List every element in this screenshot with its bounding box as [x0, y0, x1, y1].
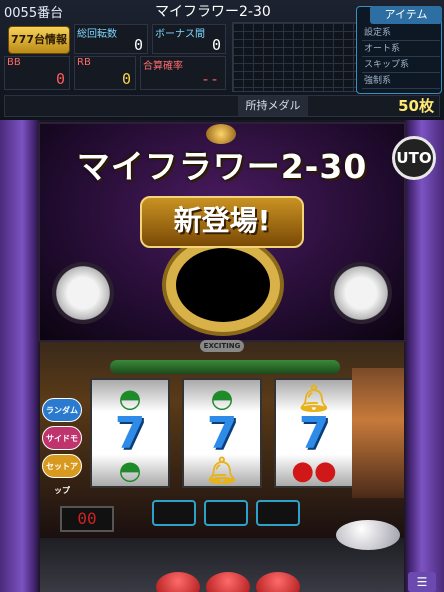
payout-display-1: [152, 500, 196, 526]
lever-knob[interactable]: [336, 520, 400, 550]
bb-box: BB 0: [4, 56, 70, 90]
rb-box: RB 0: [74, 56, 136, 90]
payout-display-3: [256, 500, 300, 526]
bell-icon: 🔔︎: [205, 456, 239, 486]
history-graph: [232, 22, 358, 92]
seven-icon: 7: [298, 408, 330, 459]
title-banner: マイフラワー2-30: [76, 147, 368, 186]
combined-rate-value: --: [200, 70, 219, 88]
total-spins-box: 総回転数 0: [74, 24, 148, 54]
exciting-lamp: EXCITING: [200, 340, 244, 352]
machine-info-button[interactable]: 777台情報: [8, 26, 70, 54]
combined-rate-box: 合算確率 --: [140, 56, 226, 90]
watermelon-icon: ◓: [118, 456, 142, 486]
uto-badge: UTO: [392, 136, 436, 180]
seven-icon: 7: [206, 408, 238, 459]
bb-value: 0: [55, 70, 65, 88]
medal-label: 所持メダル: [238, 96, 308, 116]
dancer-illustration: [352, 368, 404, 498]
reel-center: ◓ 7 🔔︎: [182, 378, 262, 488]
medal-count: 50枚: [398, 97, 434, 115]
bonus-interval-value: 0: [211, 36, 221, 54]
credit-display: 00: [60, 506, 114, 532]
new-release-banner: 新登場!: [140, 196, 304, 248]
item-menu-tab[interactable]: アイテム: [370, 6, 442, 24]
bb-label: BB: [7, 57, 21, 68]
orchid-flower-right-icon: [330, 262, 392, 324]
bonus-interval-box: ボーナス間 0: [152, 24, 226, 54]
game-screen: 0055番台 マイフラワー2-30 777台情報 総回転数 0 ボーナス間 0 …: [0, 0, 444, 592]
rb-label: RB: [77, 57, 91, 68]
reel-right: 🔔︎ 7 ●●: [274, 378, 354, 488]
reel-top-lamps: [110, 360, 340, 374]
golden-mirror-frame: [166, 238, 280, 332]
orchid-flower-left-icon: [52, 262, 114, 324]
random-mode-button[interactable]: ランダムモード: [42, 398, 82, 439]
seven-icon: 7: [114, 408, 146, 459]
total-spins-value: 0: [133, 36, 143, 54]
rb-value: 0: [121, 70, 131, 88]
payout-display-2: [204, 500, 248, 526]
menu-item-skip[interactable]: スキップ系: [362, 58, 440, 73]
menu-item-auto[interactable]: オート系: [362, 42, 440, 57]
machine-title: マイフラワー2-30: [155, 4, 271, 20]
menu-item-force[interactable]: 強制系: [362, 74, 440, 89]
cherry-icon: ●●: [291, 456, 337, 486]
side-mode-button[interactable]: サイドモード: [42, 426, 82, 467]
machine-number: 0055番台: [4, 6, 64, 21]
menu-item-settings[interactable]: 設定系: [362, 26, 440, 41]
setup-button[interactable]: セットアップ: [42, 454, 82, 495]
reel-left: ◓ 7 ◓: [90, 378, 170, 488]
menu-icon[interactable]: ☰: [408, 572, 436, 592]
